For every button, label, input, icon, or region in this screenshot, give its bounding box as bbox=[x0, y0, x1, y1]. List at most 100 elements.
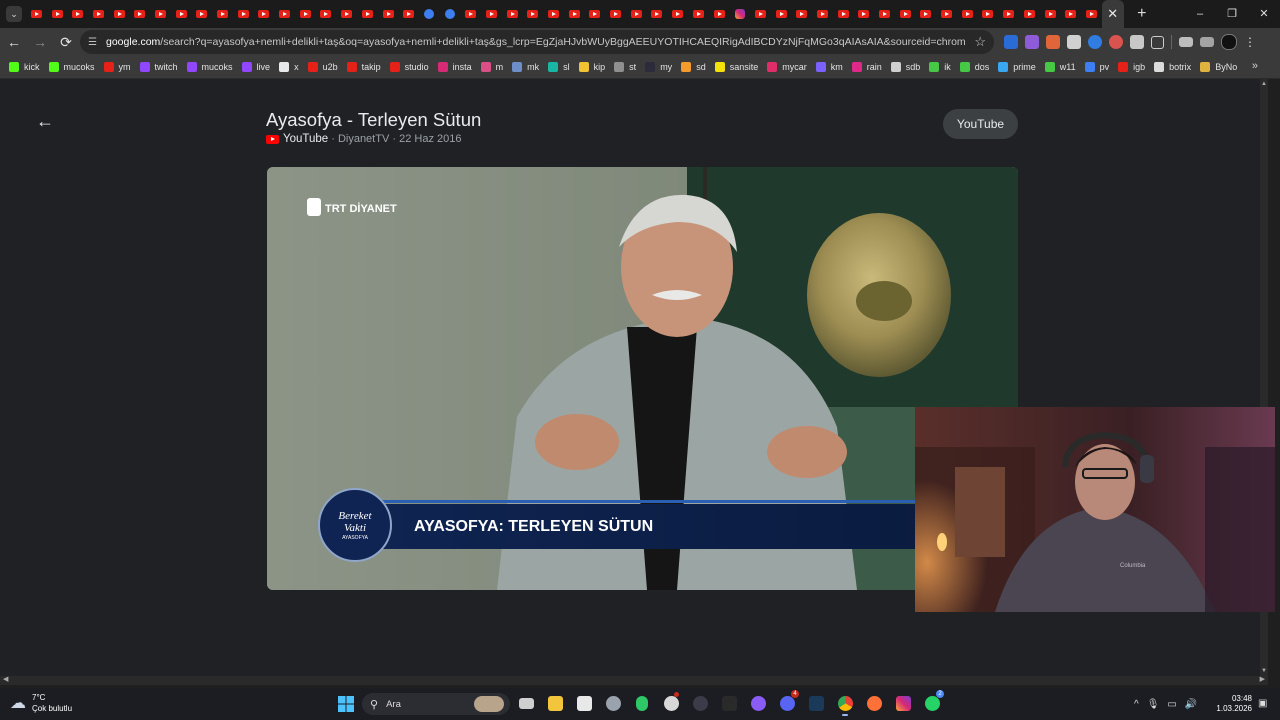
bookmark-item[interactable]: km bbox=[815, 62, 843, 72]
back-arrow-icon[interactable]: ← bbox=[36, 111, 54, 132]
video-player[interactable]: TRT DİYANET AYASOFYA: TERLEYEN SÜTUN Ber… bbox=[267, 167, 1018, 590]
notification-icon[interactable]: ▣ bbox=[1258, 698, 1267, 709]
browser-tab[interactable] bbox=[336, 0, 357, 28]
bookmark-item[interactable]: kip bbox=[578, 62, 605, 72]
browser-tab[interactable] bbox=[978, 0, 999, 28]
bookmark-item[interactable]: prime bbox=[998, 62, 1036, 72]
weather-widget[interactable]: ☁ 7°C Çok bulutlu bbox=[10, 692, 72, 714]
tray-chevron-icon[interactable]: ^ bbox=[1134, 699, 1139, 710]
browser-tab[interactable] bbox=[998, 0, 1019, 28]
browser-tab[interactable] bbox=[936, 0, 957, 28]
bookmark-item[interactable]: mycar bbox=[767, 62, 807, 72]
restore-button[interactable]: ❐ bbox=[1216, 0, 1248, 28]
system-clock[interactable]: 03:48 1.03.2026 bbox=[1208, 694, 1252, 714]
bookmark-star-icon[interactable]: ☆ bbox=[974, 34, 986, 50]
browser-tab[interactable] bbox=[523, 0, 544, 28]
browser-tab[interactable] bbox=[254, 0, 275, 28]
steam-icon[interactable] bbox=[806, 692, 826, 714]
bookmark-item[interactable]: ik bbox=[929, 62, 951, 72]
store-icon[interactable] bbox=[574, 692, 594, 714]
browser-tab[interactable] bbox=[357, 0, 378, 28]
bookmark-item[interactable]: sd bbox=[681, 62, 706, 72]
bookmark-item[interactable]: igb bbox=[1118, 62, 1145, 72]
browser-tab[interactable] bbox=[481, 0, 502, 28]
bookmark-item[interactable]: ym bbox=[103, 62, 131, 72]
bookmark-item[interactable]: rain bbox=[851, 62, 882, 72]
whatsapp-icon[interactable]: 2 bbox=[922, 690, 944, 714]
browser-tab[interactable] bbox=[667, 0, 688, 28]
browser-tab[interactable] bbox=[543, 0, 564, 28]
bookmark-item[interactable]: my bbox=[645, 62, 672, 72]
discord-icon[interactable]: 4 bbox=[777, 690, 799, 714]
settings-gear-icon[interactable] bbox=[603, 692, 623, 714]
purple-app-icon[interactable] bbox=[748, 692, 768, 714]
browser-tab[interactable] bbox=[150, 0, 171, 28]
bookmark-item[interactable]: botrix bbox=[1154, 62, 1191, 72]
bookmark-item[interactable]: x bbox=[279, 62, 299, 72]
browser-tab[interactable] bbox=[67, 0, 88, 28]
browser-tab[interactable] bbox=[750, 0, 771, 28]
browser-tab[interactable] bbox=[895, 0, 916, 28]
address-bar[interactable]: ☰ google.com/search?q=ayasofya+nemli+del… bbox=[80, 30, 994, 54]
browser-tab[interactable] bbox=[605, 0, 626, 28]
bookmark-item[interactable]: u2b bbox=[307, 62, 338, 72]
browser-tab[interactable] bbox=[109, 0, 130, 28]
firefox-icon[interactable] bbox=[864, 692, 884, 714]
bookmarks-overflow-button[interactable]: » bbox=[1252, 60, 1258, 72]
horizontal-scrollbar[interactable]: ◀ ▶ bbox=[0, 676, 1268, 685]
browser-tab[interactable] bbox=[502, 0, 523, 28]
browser-tab[interactable] bbox=[626, 0, 647, 28]
browser-tab[interactable] bbox=[874, 0, 895, 28]
site-info-icon[interactable]: ☰ bbox=[88, 37, 100, 48]
browser-tab[interactable] bbox=[171, 0, 192, 28]
task-view-icon[interactable] bbox=[516, 692, 536, 714]
headset-app-icon[interactable] bbox=[632, 692, 652, 714]
extensions-puzzle-icon[interactable] bbox=[1151, 35, 1164, 49]
new-tab-button[interactable]: + bbox=[1130, 5, 1154, 23]
source-name[interactable]: YouTube bbox=[283, 133, 328, 145]
close-window-button[interactable]: ✕ bbox=[1248, 0, 1280, 28]
tab-search-button[interactable]: ⌄ bbox=[6, 6, 22, 22]
bookmark-item[interactable]: live bbox=[241, 62, 270, 72]
browser-tab[interactable] bbox=[833, 0, 854, 28]
video-title[interactable]: Ayasofya - Terleyen Sütun bbox=[266, 109, 481, 131]
bookmark-item[interactable]: twitch bbox=[139, 62, 178, 72]
browser-tab[interactable] bbox=[316, 0, 337, 28]
reload-button[interactable]: ⟳ bbox=[54, 34, 78, 51]
browser-tab[interactable] bbox=[1019, 0, 1040, 28]
scroll-up-icon[interactable]: ▲ bbox=[1261, 81, 1267, 87]
browser-tab[interactable] bbox=[647, 0, 668, 28]
extension-icon-2[interactable] bbox=[1025, 35, 1039, 49]
extension-icon-7[interactable] bbox=[1130, 35, 1144, 49]
bookmark-item[interactable]: st bbox=[614, 62, 636, 72]
bookmark-item[interactable]: pv bbox=[1084, 62, 1109, 72]
bookmark-item[interactable]: mk bbox=[512, 62, 539, 72]
bookmark-item[interactable]: mucoks bbox=[48, 62, 95, 72]
bookmark-item[interactable]: studio bbox=[389, 62, 429, 72]
browser-menu-icon[interactable]: ⋮ bbox=[1244, 35, 1256, 49]
bookmark-item[interactable]: mucoks bbox=[186, 62, 233, 72]
chatgpt-icon[interactable] bbox=[661, 692, 681, 714]
browser-tab[interactable] bbox=[47, 0, 68, 28]
browser-tab[interactable] bbox=[398, 0, 419, 28]
browser-tab[interactable] bbox=[812, 0, 833, 28]
browser-tab[interactable] bbox=[854, 0, 875, 28]
instagram-icon[interactable] bbox=[893, 692, 913, 714]
network-icon[interactable]: ▭ bbox=[1167, 699, 1176, 710]
bookmark-item[interactable]: sdb bbox=[890, 62, 920, 72]
bookmark-item[interactable]: sl bbox=[548, 62, 570, 72]
extension-icon-6[interactable] bbox=[1109, 35, 1123, 49]
side-panel-icon[interactable] bbox=[1200, 37, 1214, 47]
open-youtube-button[interactable]: YouTube bbox=[943, 109, 1018, 139]
volume-icon[interactable]: 🔊 bbox=[1185, 699, 1197, 710]
file-explorer-icon[interactable] bbox=[545, 692, 565, 714]
extension-icon-3[interactable] bbox=[1046, 35, 1060, 49]
extension-icon-5[interactable] bbox=[1088, 35, 1102, 49]
browser-tab[interactable] bbox=[378, 0, 399, 28]
microphone-icon[interactable]: 🎙 bbox=[1147, 699, 1160, 710]
browser-tab[interactable] bbox=[460, 0, 481, 28]
browser-tab[interactable] bbox=[419, 0, 440, 28]
browser-tab[interactable] bbox=[295, 0, 316, 28]
extension-icon-4[interactable] bbox=[1067, 35, 1081, 49]
browser-tab[interactable] bbox=[916, 0, 937, 28]
